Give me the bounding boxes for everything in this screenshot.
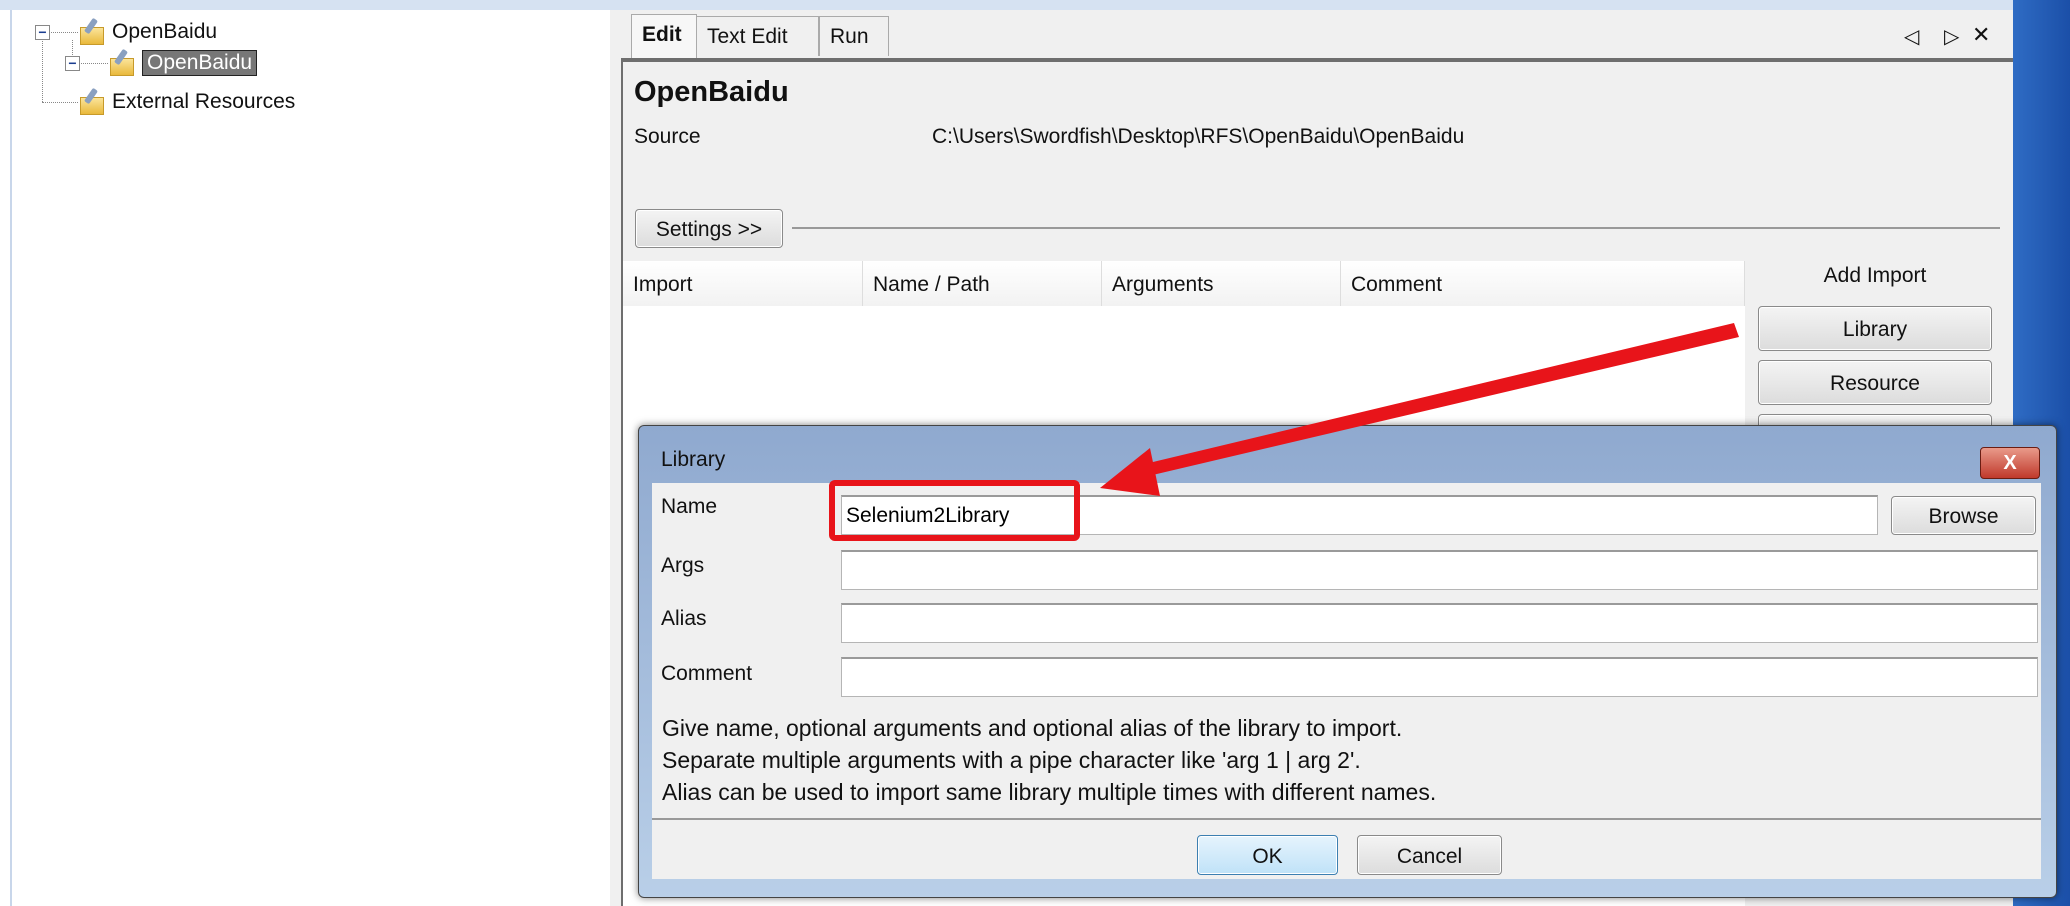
arrow-shaft <box>1136 323 1739 478</box>
arrow-head <box>1100 448 1160 496</box>
annotation-arrow <box>1100 323 1739 496</box>
